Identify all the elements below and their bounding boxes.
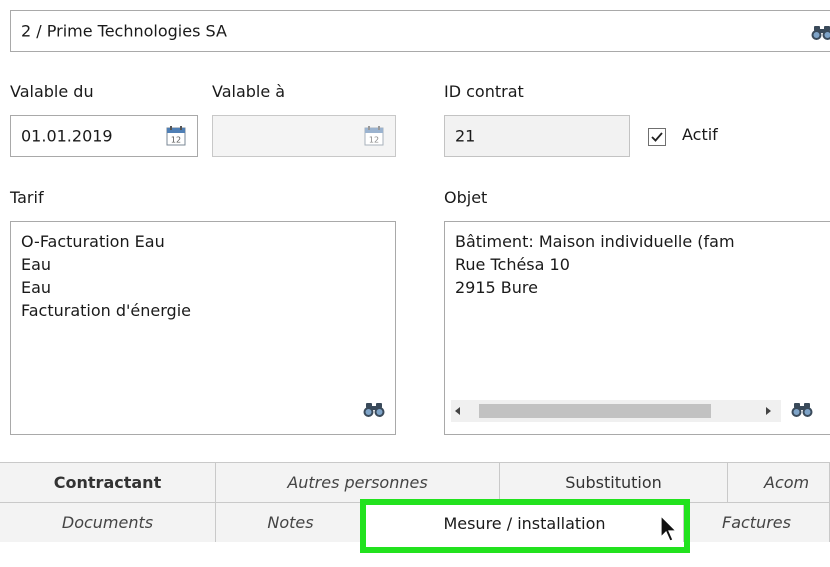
valid-from-field[interactable]: 01.01.2019 12 [10,115,198,157]
object-line: 2915 Bure [455,278,538,297]
tab-substitution[interactable]: Substitution [500,463,728,503]
tab-documents[interactable]: Documents [0,503,216,543]
scrollbar-thumb[interactable] [479,404,711,418]
contract-id-field[interactable]: 21 [444,115,630,157]
tab-acom-label: Acom [764,473,810,492]
scroll-left-arrow-icon[interactable] [453,406,463,416]
svg-text:12: 12 [369,136,379,145]
object-box[interactable]: Bâtiment: Maison individuelle (fam Rue T… [444,221,830,435]
object-label: Objet [444,188,488,207]
tariff-line: Eau [21,278,52,297]
checkmark-icon [651,132,663,142]
tab-mesure-installation[interactable]: Mesure / installation [366,503,684,543]
tab-content-area [0,542,830,567]
tariff-label: Tarif [10,188,44,207]
calendar-icon[interactable]: 12 [166,126,186,146]
tab-notes[interactable]: Notes [216,503,366,543]
contract-id-label: ID contrat [444,82,524,101]
binoculars-icon[interactable] [791,402,813,418]
object-line: Bâtiment: Maison individuelle (fam [455,232,735,251]
active-label[interactable]: Actif [682,125,718,144]
valid-to-field[interactable]: 12 [212,115,396,157]
contract-id-value: 21 [455,126,476,146]
tariff-line: O-Facturation Eau [21,232,165,251]
calendar-icon[interactable]: 12 [364,126,384,146]
tab-factures[interactable]: Factures [684,503,830,543]
tariff-box[interactable]: O-Facturation Eau Eau Eau Facturation d'… [10,221,396,435]
tab-acom[interactable]: Acom [728,463,830,503]
tab-contractant[interactable]: Contractant [0,463,216,503]
valid-from-value: 01.01.2019 [21,126,113,146]
valid-to-label: Valable à [212,82,286,101]
active-checkbox[interactable] [648,128,666,146]
tariff-list: O-Facturation Eau Eau Eau Facturation d'… [21,230,191,322]
binoculars-icon[interactable] [811,25,830,41]
tab-bar: Contractant Autres personnes Substitutio… [0,462,830,543]
object-list: Bâtiment: Maison individuelle (fam Rue T… [455,230,735,299]
tariff-line: Facturation d'énergie [21,301,191,320]
tariff-line: Eau [21,255,52,274]
tab-autres-personnes[interactable]: Autres personnes [216,463,500,503]
valid-from-label: Valable du [10,82,94,101]
horizontal-scrollbar[interactable] [451,400,781,422]
scroll-right-arrow-icon[interactable] [763,406,773,416]
binoculars-icon[interactable] [363,402,385,418]
object-line: Rue Tchésa 10 [455,255,570,274]
svg-text:12: 12 [171,136,181,145]
mouse-cursor-icon [660,515,678,542]
partner-field[interactable]: 2 / Prime Technologies SA [10,10,830,52]
partner-value: 2 / Prime Technologies SA [21,21,227,41]
